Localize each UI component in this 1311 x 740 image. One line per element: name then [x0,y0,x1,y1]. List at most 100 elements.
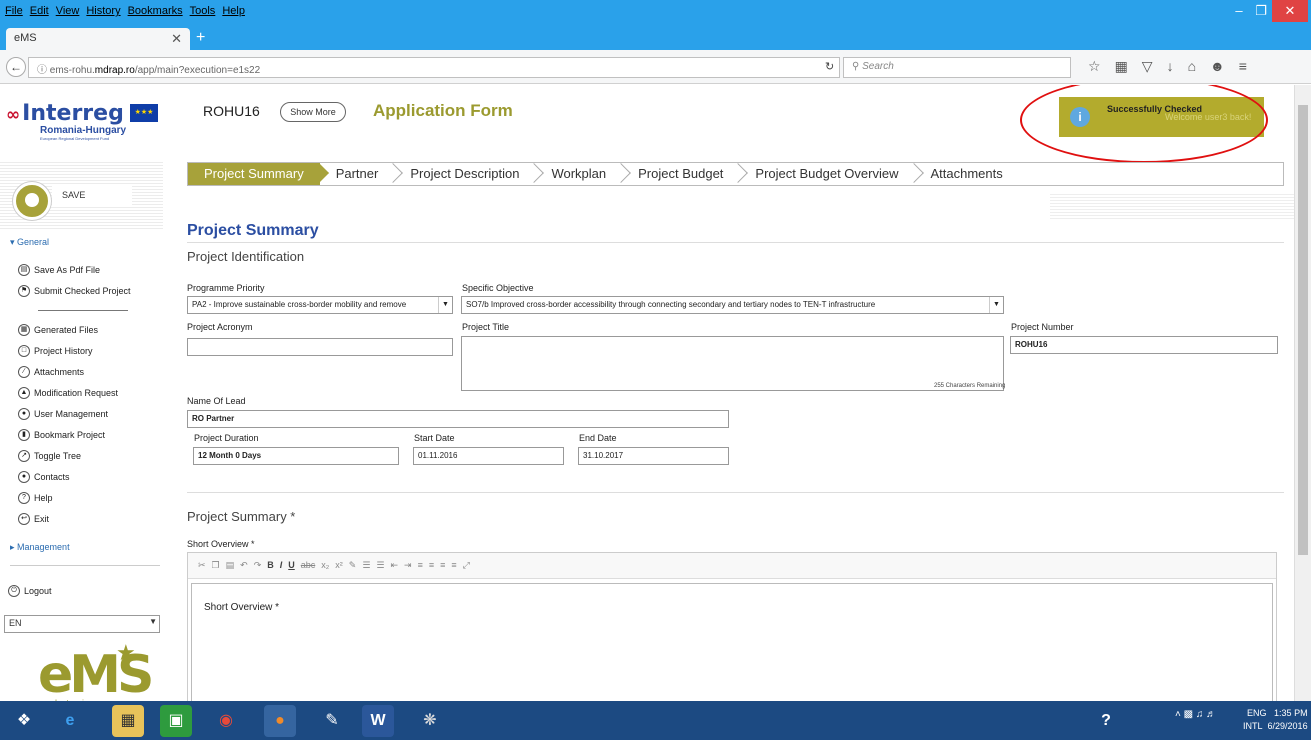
tab-workplan[interactable]: Workplan [535,163,632,185]
help-circle-icon[interactable]: ? [1090,705,1122,737]
browser-tab[interactable]: eMS ✕ [6,28,190,50]
menu-bookmarks[interactable]: Bookmarks [128,5,183,17]
sidebar-item-contacts[interactable]: ● Contacts [18,471,70,483]
undo-icon[interactable]: ↶ [240,560,248,571]
pocket-icon[interactable]: ▽ [1142,58,1153,75]
title-field[interactable] [461,336,1004,391]
sidebar-item-save-pdf[interactable]: ▤ Save As Pdf File [18,264,100,276]
cut-icon[interactable]: ✂ [198,560,206,571]
store-icon[interactable]: ▣ [160,705,192,737]
chevron-up-icon[interactable]: ˄ [1175,709,1181,720]
restore-icon[interactable]: ❐ [1250,0,1272,22]
new-tab-icon[interactable]: + [196,29,205,47]
copy-icon[interactable]: ❐ [212,560,220,571]
windows-start-icon[interactable]: ❖ [8,705,40,737]
sidebar-item-bookmark[interactable]: ▮ Bookmark Project [18,429,105,441]
sidebar-item-project-history[interactable]: □ Project History [18,345,93,357]
volume-icon[interactable]: ♫ [1196,709,1204,720]
firefox-icon[interactable]: ● [264,705,296,737]
reload-icon[interactable]: ↻ [825,60,834,73]
clock[interactable]: ENG 1:35 PM INTL 6/29/2016 [1243,707,1308,733]
sidebar-item-help[interactable]: ? Help [18,492,53,504]
justify-icon[interactable]: ≡ [451,560,456,571]
save-button[interactable]: SAVE [52,185,132,205]
logout-button[interactable]: ⏻ Logout [8,585,52,597]
url-prefix: ems-rohu. [49,65,95,76]
bullet-list-icon[interactable]: ☰ [376,560,384,571]
sidebar-section-general[interactable]: ▾ General [10,237,49,248]
menu-edit[interactable]: Edit [30,5,49,17]
tab-project-budget[interactable]: Project Budget [622,163,749,185]
search-input[interactable]: ⚲ Search [843,57,1071,78]
sidebar-item-generated-files[interactable]: ▦ Generated Files [18,324,98,336]
bold-icon[interactable]: B [267,560,274,571]
word-icon[interactable]: W [362,705,394,737]
url-bar[interactable]: ⓘ ems-rohu.mdrap.ro/app/main?execution=e… [28,57,840,78]
tab-budget-overview[interactable]: Project Budget Overview [739,163,924,185]
italic-icon[interactable]: I [280,560,283,571]
menu-file[interactable]: File [5,5,23,17]
outdent-icon[interactable]: ⇤ [390,560,398,571]
tab-attachments[interactable]: Attachments [915,163,1019,185]
download-icon[interactable]: ↓ [1167,58,1174,75]
sidebar-item-label: Generated Files [34,325,99,335]
network-icon[interactable]: ▩ [1184,709,1193,720]
sidebar-item-modification-request[interactable]: ▲ Modification Request [18,387,118,399]
specific-objective-select[interactable]: SO7/b Improved cross-border accessibilit… [461,296,1004,314]
programme-priority-label: Programme Priority [187,283,265,293]
tab-project-summary[interactable]: Project Summary [188,163,329,185]
divider [187,242,1284,243]
start-date-field[interactable]: 01.11.2016 [413,447,564,465]
underline-icon[interactable]: U [288,560,295,571]
save-icon[interactable] [13,182,51,220]
align-center-icon[interactable]: ≡ [429,560,434,571]
tab-project-description[interactable]: Project Description [394,163,545,185]
paste-icon[interactable]: ▤ [226,560,235,571]
strikethrough-icon[interactable]: abc [301,560,316,571]
hamburger-menu-icon[interactable]: ≡ [1239,58,1247,75]
bookmark-star-icon[interactable]: ☆ [1088,58,1101,75]
sidebar-item-user-management[interactable]: ● User Management [18,408,108,420]
indent-icon[interactable]: ⇥ [404,560,412,571]
close-tab-icon[interactable]: ✕ [171,31,182,47]
minimize-icon[interactable]: – [1228,0,1250,22]
menu-view[interactable]: View [56,5,80,17]
chrome-icon[interactable]: ◉ [210,705,242,737]
file-explorer-icon[interactable]: ▦ [112,705,144,737]
superscript-icon[interactable]: x² [335,560,343,571]
internet-explorer-icon[interactable]: e [54,705,86,737]
maximize-icon[interactable]: ⤢ [463,560,470,571]
sidebar-item-submit[interactable]: ⚑ Submit Checked Project [18,285,131,297]
menu-history[interactable]: History [86,5,120,17]
library-icon[interactable]: ▦ [1115,58,1128,75]
divider [187,492,1284,493]
sidebar-item-exit[interactable]: ↩ Exit [18,513,49,525]
align-right-icon[interactable]: ≡ [440,560,445,571]
acronym-field[interactable] [187,338,453,356]
show-more-button[interactable]: Show More [280,102,346,122]
clear-format-icon[interactable]: ✎ [349,560,357,571]
home-icon[interactable]: ⌂ [1188,58,1196,75]
page-scrollbar[interactable] [1294,85,1311,701]
subscript-icon[interactable]: x₂ [321,560,329,571]
scrollbar-thumb[interactable] [1298,105,1308,555]
menu-help[interactable]: Help [222,5,245,17]
extension-icon[interactable]: ☻ [1210,58,1225,75]
tab-partner[interactable]: Partner [320,163,404,185]
menu-tools[interactable]: Tools [190,5,216,17]
programme-priority-select[interactable]: PA2 - Improve sustainable cross-border m… [187,296,453,314]
paint-icon[interactable]: ✎ [316,705,348,737]
close-window-icon[interactable]: ✕ [1272,0,1308,22]
speaker-icon[interactable]: ♬ [1206,709,1216,720]
redo-icon[interactable]: ↷ [254,560,262,571]
sidebar-item-attachments[interactable]: ∕ Attachments [18,366,84,378]
numbered-list-icon[interactable]: ☰ [362,560,370,571]
align-left-icon[interactable]: ≡ [418,560,423,571]
sidebar-section-management[interactable]: ▸ Management [10,542,70,553]
sidebar-item-toggle-tree[interactable]: ↗ Toggle Tree [18,450,81,462]
language-select[interactable]: EN ▼ [4,615,160,633]
back-arrow-icon[interactable]: ← [6,57,26,77]
end-date-field[interactable]: 31.10.2017 [578,447,729,465]
paint-brush-icon[interactable]: ❋ [414,705,446,737]
short-overview-input[interactable]: Short Overview * [191,583,1273,701]
